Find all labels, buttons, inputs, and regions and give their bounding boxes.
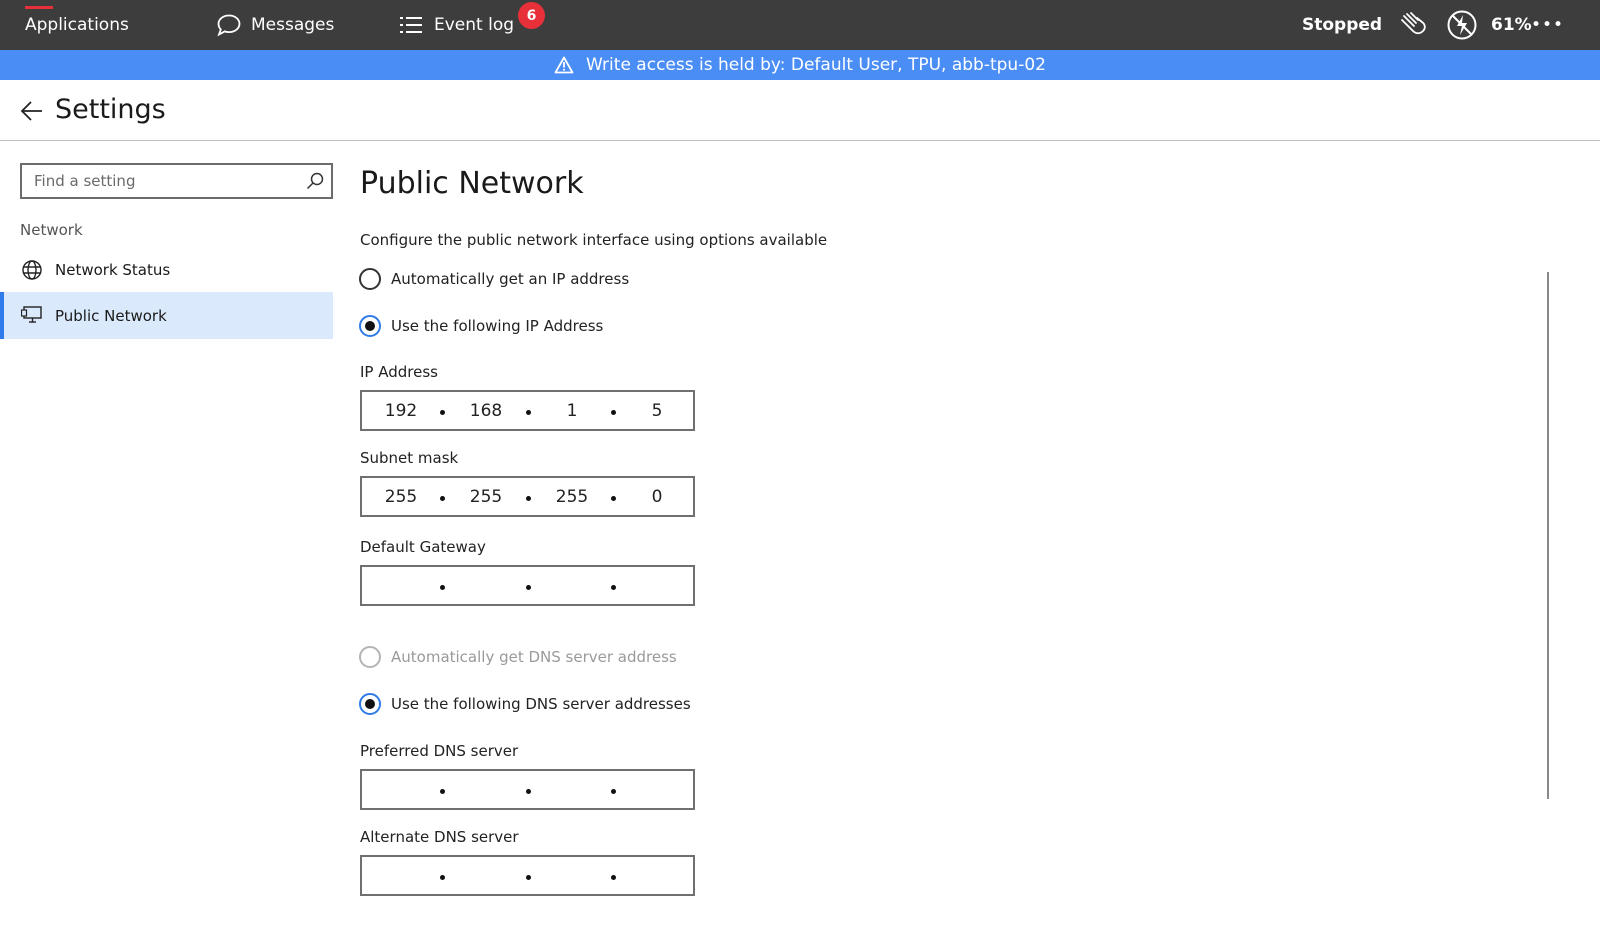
default-gateway-field[interactable] [360, 565, 695, 606]
more-menu-button[interactable]: ••• [1531, 0, 1564, 50]
back-arrow-icon[interactable] [20, 100, 44, 126]
octet-separator [526, 789, 531, 794]
applications-accent [25, 6, 53, 9]
subnet-mask-label: Subnet mask [360, 449, 459, 467]
globe-icon [21, 259, 43, 285]
alternate-dns-octet-1[interactable] [376, 857, 426, 894]
subnet-mask-field[interactable]: 255 255 255 0 [360, 476, 695, 517]
preferred-dns-octet-2[interactable] [461, 771, 511, 808]
octet-separator [611, 410, 616, 415]
octet-separator [526, 585, 531, 590]
chat-icon [216, 13, 242, 37]
section-heading: Public Network [360, 166, 584, 201]
radio-manual-ip-label: Use the following IP Address [391, 317, 604, 335]
radio-circle[interactable] [359, 693, 381, 715]
sidebar-item-public-network[interactable]: Public Network [0, 292, 333, 339]
write-access-banner: Write access is held by: Default User, T… [0, 50, 1600, 80]
settings-search[interactable] [20, 163, 333, 199]
network-section-label: Network [20, 221, 83, 239]
radio-circle [359, 646, 381, 668]
hand-icon[interactable] [1398, 0, 1428, 50]
subnet-octet-3[interactable]: 255 [547, 478, 597, 515]
radio-manual-dns-label: Use the following DNS server addresses [391, 695, 691, 713]
radio-auto-ip-label: Automatically get an IP address [391, 270, 630, 288]
gateway-octet-2[interactable] [461, 567, 511, 604]
alternate-dns-octet-2[interactable] [461, 857, 511, 894]
octet-separator [440, 496, 445, 501]
motors-off-icon[interactable] [1446, 0, 1478, 50]
octet-separator [611, 585, 616, 590]
octet-separator [440, 875, 445, 880]
battery-level: 61% [1491, 15, 1532, 35]
subnet-octet-2[interactable]: 255 [461, 478, 511, 515]
octet-separator [526, 496, 531, 501]
messages-label: Messages [251, 15, 335, 35]
vertical-scrollbar[interactable] [1547, 272, 1549, 799]
sidebar-item-label: Public Network [55, 306, 167, 325]
octet-separator [440, 789, 445, 794]
octet-separator [440, 585, 445, 590]
preferred-dns-label: Preferred DNS server [360, 742, 519, 760]
write-access-text: Write access is held by: Default User, T… [586, 55, 1046, 75]
alternate-dns-octet-3[interactable] [547, 857, 597, 894]
ip-octet-4[interactable]: 5 [632, 392, 682, 429]
ip-octet-3[interactable]: 1 [547, 392, 597, 429]
applications-label: Applications [25, 15, 129, 35]
subnet-octet-4[interactable]: 0 [632, 478, 682, 515]
subnet-octet-1[interactable]: 255 [376, 478, 426, 515]
preferred-dns-field[interactable] [360, 769, 695, 810]
radio-circle[interactable] [359, 268, 381, 290]
ip-octet-1[interactable]: 192 [376, 392, 426, 429]
gateway-octet-3[interactable] [547, 567, 597, 604]
octet-separator [611, 496, 616, 501]
top-bar: Applications Messages Event log 6 Stoppe… [0, 0, 1600, 50]
alternate-dns-label: Alternate DNS server [360, 828, 519, 846]
ip-address-label: IP Address [360, 363, 438, 381]
radio-manual-ip[interactable]: Use the following IP Address [359, 314, 603, 338]
network-adapter-icon [20, 305, 43, 329]
radio-auto-dns-label: Automatically get DNS server address [391, 648, 677, 666]
controller-status[interactable]: Stopped [1302, 0, 1382, 50]
alternate-dns-field[interactable] [360, 855, 695, 896]
ip-address-field[interactable]: 192 168 1 5 [360, 390, 695, 431]
gateway-octet-4[interactable] [632, 567, 682, 604]
list-icon [398, 14, 424, 36]
alternate-dns-octet-4[interactable] [632, 857, 682, 894]
default-gateway-label: Default Gateway [360, 538, 486, 556]
octet-separator [526, 875, 531, 880]
applications-menu[interactable]: Applications [25, 0, 129, 50]
event-count-badge: 6 [518, 2, 545, 29]
preferred-dns-octet-3[interactable] [547, 771, 597, 808]
sidebar-item-label: Network Status [55, 260, 171, 279]
preferred-dns-octet-1[interactable] [376, 771, 426, 808]
search-icon[interactable] [305, 171, 325, 195]
search-input[interactable] [22, 165, 292, 197]
page-title: Settings [55, 94, 166, 125]
radio-auto-ip[interactable]: Automatically get an IP address [359, 267, 629, 291]
sidebar-item-network-status[interactable]: Network Status [0, 246, 333, 293]
gateway-octet-1[interactable] [376, 567, 426, 604]
octet-separator [526, 410, 531, 415]
octet-separator [611, 789, 616, 794]
section-description: Configure the public network interface u… [360, 231, 828, 249]
octet-separator [611, 875, 616, 880]
warning-icon [554, 56, 574, 74]
radio-auto-dns: Automatically get DNS server address [359, 645, 677, 669]
radio-circle[interactable] [359, 315, 381, 337]
event-log-label: Event log [434, 15, 515, 35]
ip-octet-2[interactable]: 168 [461, 392, 511, 429]
settings-header: Settings [0, 80, 1600, 141]
radio-manual-dns[interactable]: Use the following DNS server addresses [359, 692, 691, 716]
octet-separator [440, 410, 445, 415]
event-log-button[interactable]: Event log [398, 0, 514, 50]
messages-button[interactable]: Messages [216, 0, 334, 50]
preferred-dns-octet-4[interactable] [632, 771, 682, 808]
